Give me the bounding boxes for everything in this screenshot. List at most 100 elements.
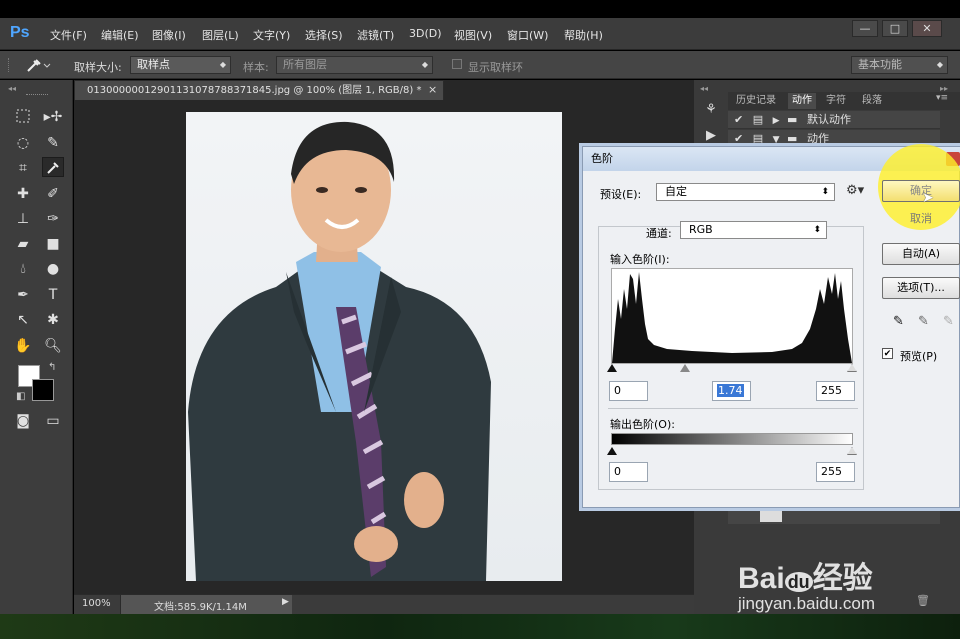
cancel-button[interactable]: 取消: [882, 208, 960, 230]
input-gamma-field[interactable]: 1.74: [712, 381, 751, 401]
menu-help[interactable]: 帮助(H): [564, 27, 603, 43]
lasso-tool-icon[interactable]: ◌: [12, 133, 34, 153]
preset-value: 自定: [665, 185, 687, 198]
auto-button[interactable]: 自动(A): [882, 243, 960, 265]
layer-row[interactable]: [728, 508, 940, 524]
zoom-tool-icon[interactable]: 🔍︎: [42, 336, 64, 356]
sample-label: 样本:: [243, 61, 269, 74]
watermark-brand: Bai: [738, 562, 785, 595]
tab-history[interactable]: 历史记录: [732, 93, 780, 109]
marquee-tool-icon[interactable]: [12, 107, 34, 127]
collapse-panel-icon[interactable]: ◂◂: [8, 84, 16, 93]
menu-view[interactable]: 视图(V): [454, 27, 492, 43]
sample-size-select[interactable]: 取样点 ◆: [130, 56, 231, 74]
menu-edit[interactable]: 编辑(E): [101, 27, 139, 43]
paw-icon: du: [784, 572, 813, 592]
actions-panel-icon[interactable]: ▶: [700, 128, 722, 148]
blur-tool-icon[interactable]: 💧︎: [12, 259, 34, 279]
move-tool-icon[interactable]: ▸✢: [42, 107, 64, 127]
tab-paragraph[interactable]: 段落: [858, 93, 886, 109]
menu-window[interactable]: 窗口(W): [507, 27, 548, 43]
sample-value: 所有图层: [283, 58, 327, 71]
updown-arrow-icon: ◆: [219, 60, 226, 69]
type-tool-icon[interactable]: T: [42, 285, 64, 305]
menu-select[interactable]: 选择(S): [305, 27, 343, 43]
status-menu-arrow-icon[interactable]: ▶: [282, 597, 289, 607]
maximize-button[interactable]: □: [882, 20, 908, 37]
sample-select[interactable]: 所有图层 ◆: [276, 56, 433, 74]
checkmark-icon[interactable]: ✔: [734, 113, 743, 126]
quick-mask-icon[interactable]: ◙: [12, 411, 34, 431]
dialog-toggle-icon[interactable]: ▤: [753, 113, 763, 126]
history-panel-icon[interactable]: ⚘: [700, 102, 722, 122]
options-button[interactable]: 选项(T)...: [882, 277, 960, 299]
collapse-arrow-icon[interactable]: ▼: [773, 135, 780, 145]
document-tab[interactable]: 013000000129011310787883718​45.jpg @ 100…: [74, 80, 444, 100]
action-set-default[interactable]: ✔ ▤ ▶ ▬ 默认动作: [728, 111, 940, 129]
preset-select[interactable]: 自定 ⬍: [656, 183, 835, 201]
show-ring-checkbox[interactable]: [452, 59, 462, 69]
updown-arrow-icon: ⬍: [813, 225, 821, 235]
updown-arrow-icon: ◆: [421, 60, 428, 69]
dodge-tool-icon[interactable]: ●: [42, 259, 64, 279]
show-ring-label: 显示取样环: [468, 61, 523, 74]
menu-layer[interactable]: 图层(L): [202, 27, 239, 43]
layer-thumbnail: [760, 510, 782, 522]
gray-point-eyedropper-icon[interactable]: ✎: [918, 314, 929, 329]
image-canvas[interactable]: [186, 112, 562, 581]
minimize-button[interactable]: —: [852, 20, 878, 37]
menu-file[interactable]: 文件(F): [50, 27, 87, 43]
output-black-field[interactable]: 0: [609, 462, 648, 482]
default-colors-icon[interactable]: ◧: [16, 391, 25, 402]
dialog-toggle-icon[interactable]: ▤: [753, 132, 763, 145]
background-color-swatch[interactable]: [32, 379, 54, 401]
close-button[interactable]: ✕: [912, 20, 942, 37]
workspace-select[interactable]: 基本功能 ◆: [851, 56, 948, 74]
letterbox-top: [0, 0, 960, 18]
eraser-tool-icon[interactable]: ▰: [12, 234, 34, 254]
input-black-field[interactable]: 0: [609, 381, 648, 401]
separator: [608, 408, 858, 409]
preset-options-gear-icon[interactable]: ⚙▾: [846, 183, 864, 198]
menu-image[interactable]: 图像(I): [152, 27, 186, 43]
eyedropper-tool-preset-icon[interactable]: [24, 56, 52, 74]
custom-shape-tool-icon[interactable]: ✱: [42, 310, 64, 330]
checkmark-icon[interactable]: ✔: [734, 132, 743, 145]
brush-tool-icon[interactable]: ✐: [42, 184, 64, 204]
menu-3d[interactable]: 3D(D): [409, 27, 442, 40]
eyedropper-tool-icon[interactable]: [42, 157, 64, 177]
expand-arrow-icon[interactable]: ▶: [773, 116, 780, 126]
hand-tool-icon[interactable]: ✋: [12, 336, 34, 356]
portrait-photo: [188, 121, 491, 581]
zoom-level[interactable]: 100%: [82, 598, 111, 609]
output-white-field[interactable]: 255: [816, 462, 855, 482]
close-tab-icon[interactable]: ×: [428, 83, 437, 96]
tab-character[interactable]: 字符: [822, 93, 850, 109]
histogram-graph: [612, 272, 852, 363]
preview-checkbox[interactable]: ✔: [882, 348, 893, 359]
clone-stamp-tool-icon[interactable]: ⊥: [12, 209, 34, 229]
black-point-eyedropper-icon[interactable]: ✎: [893, 314, 904, 329]
mouse-pointer-icon: ➤: [922, 190, 934, 206]
screen-mode-icon[interactable]: ▭: [42, 411, 64, 431]
swap-colors-icon[interactable]: ↰: [48, 362, 56, 373]
panel-menu-icon[interactable]: ▾≡: [936, 93, 948, 103]
quick-selection-tool-icon[interactable]: ✎: [42, 133, 64, 153]
crop-tool-icon[interactable]: ⌗: [12, 158, 34, 178]
gradient-tool-icon[interactable]: ■: [42, 234, 64, 254]
history-brush-tool-icon[interactable]: ✑: [42, 209, 64, 229]
ok-button[interactable]: 确定: [882, 180, 960, 202]
white-point-eyedropper-icon[interactable]: ✎: [943, 314, 954, 329]
menu-filter[interactable]: 滤镜(T): [357, 27, 394, 43]
trash-icon[interactable]: 🗑︎: [916, 594, 930, 607]
histogram: [611, 268, 853, 364]
tab-actions[interactable]: 动作: [788, 93, 816, 109]
input-white-field[interactable]: 255: [816, 381, 855, 401]
collapse-dock-icon[interactable]: ◂◂: [700, 84, 708, 93]
spot-healing-tool-icon[interactable]: ✚: [12, 184, 34, 204]
channel-select[interactable]: RGB ⬍: [680, 221, 827, 239]
updown-arrow-icon: ◆: [936, 60, 943, 69]
path-selection-tool-icon[interactable]: ↖: [12, 310, 34, 330]
pen-tool-icon[interactable]: ✒: [12, 285, 34, 305]
menu-type[interactable]: 文字(Y): [253, 27, 290, 43]
